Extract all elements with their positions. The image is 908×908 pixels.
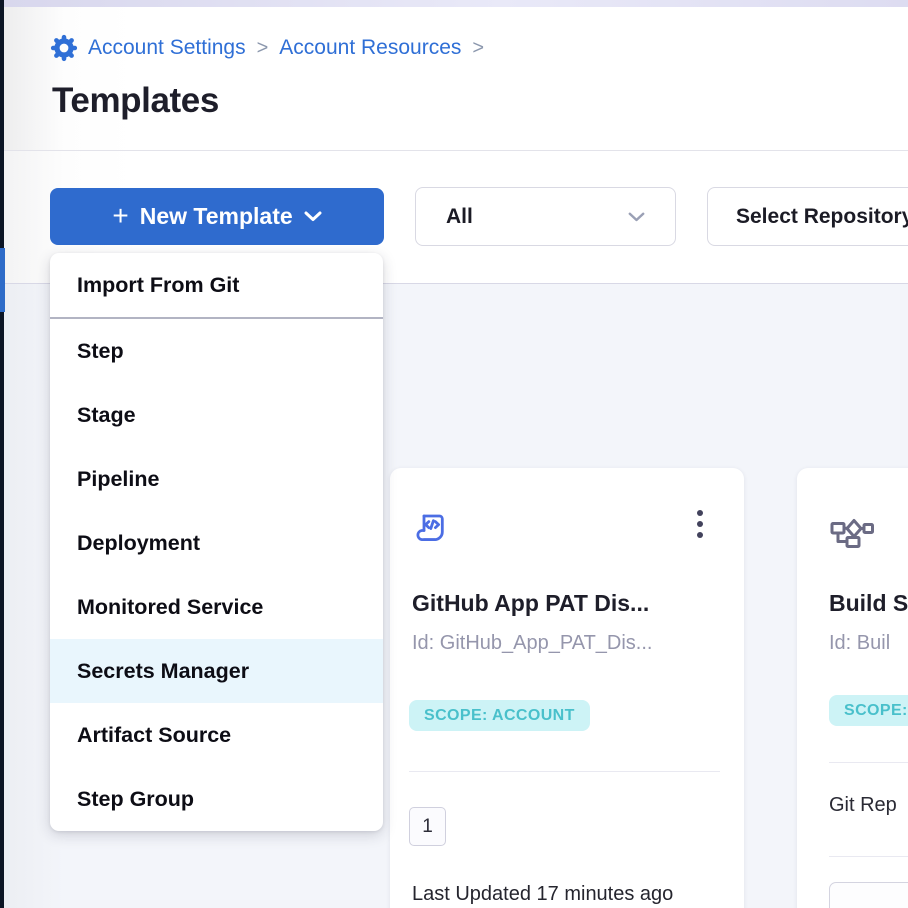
template-card-title: Build S <box>829 590 908 617</box>
menu-item-pipeline[interactable]: Pipeline <box>50 447 383 511</box>
chevron-down-icon <box>628 212 645 222</box>
template-type-filter-value: All <box>446 205 473 229</box>
templates-page: Account Settings > Account Resources > T… <box>0 0 908 908</box>
nav-scroll-indicator[interactable] <box>0 248 5 312</box>
new-template-menu: Import From Git Step Stage Pipeline Depl… <box>50 253 383 831</box>
template-card-id: Id: GitHub_App_PAT_Dis... <box>412 632 652 655</box>
left-nav-rail <box>0 0 4 908</box>
new-template-label: New Template <box>140 203 293 230</box>
breadcrumb-separator: > <box>471 37 485 60</box>
version-chip <box>829 882 908 908</box>
breadcrumb: Account Settings > Account Resources > <box>50 34 485 62</box>
breadcrumb-account-settings[interactable]: Account Settings <box>88 36 246 60</box>
template-type-filter[interactable]: All <box>415 187 676 246</box>
scope-badge: SCOPE: ACCOUNT <box>409 700 590 731</box>
menu-item-secrets-manager[interactable]: Secrets Manager <box>50 639 383 703</box>
card-divider <box>409 771 720 772</box>
kebab-menu-icon[interactable] <box>690 508 710 542</box>
repository-filter[interactable]: Select Repository <box>707 187 908 246</box>
menu-item-artifact-source[interactable]: Artifact Source <box>50 703 383 767</box>
card-divider <box>829 762 908 763</box>
plus-icon: + <box>112 202 128 230</box>
menu-item-monitored-service[interactable]: Monitored Service <box>50 575 383 639</box>
version-chip: 1 <box>409 807 446 846</box>
code-template-icon <box>412 510 452 550</box>
template-card-github-app-pat[interactable]: GitHub App PAT Dis... Id: GitHub_App_PAT… <box>390 468 744 908</box>
last-updated-text: Last Updated 17 minutes ago <box>412 883 673 906</box>
template-card-title: GitHub App PAT Dis... <box>412 590 649 617</box>
card-divider <box>829 856 908 857</box>
scope-badge: SCOPE: ACCOUNT <box>829 695 908 726</box>
menu-item-stage[interactable]: Stage <box>50 383 383 447</box>
stage-template-icon <box>829 514 874 551</box>
template-card-id: Id: Buil <box>829 632 890 655</box>
template-card-build-stage[interactable]: Build S Id: Buil SCOPE: ACCOUNT Git Rep <box>797 468 908 908</box>
menu-item-import-from-git[interactable]: Import From Git <box>50 253 383 319</box>
menu-item-step[interactable]: Step <box>50 319 383 383</box>
menu-item-deployment[interactable]: Deployment <box>50 511 383 575</box>
breadcrumb-account-resources[interactable]: Account Resources <box>279 36 461 60</box>
top-accent-strip <box>4 0 908 7</box>
new-template-button[interactable]: + New Template <box>50 188 384 245</box>
chevron-down-icon <box>304 211 322 222</box>
git-repo-text: Git Rep <box>829 794 897 817</box>
breadcrumb-separator: > <box>256 37 270 60</box>
page-title: Templates <box>52 81 219 121</box>
page-header: Account Settings > Account Resources > T… <box>4 7 908 150</box>
menu-item-step-group[interactable]: Step Group <box>50 767 383 831</box>
gear-icon <box>50 34 78 62</box>
repository-filter-label: Select Repository <box>736 205 908 229</box>
